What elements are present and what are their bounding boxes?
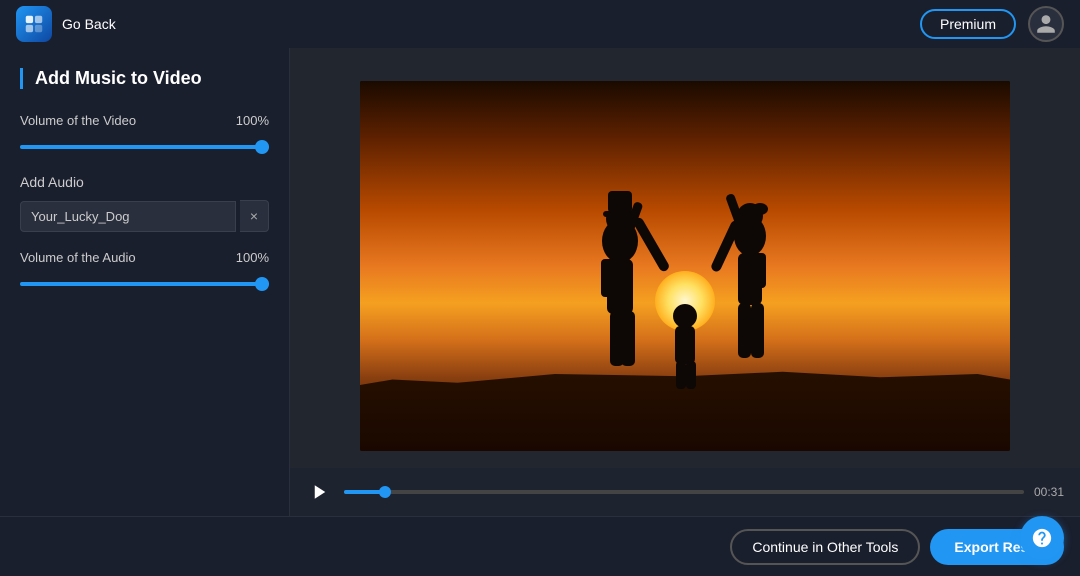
video-controls: 00:31 (290, 468, 1080, 516)
volume-audio-value: 100% (236, 250, 269, 265)
go-back-button[interactable]: Go Back (62, 16, 116, 32)
app-logo (16, 6, 52, 42)
volume-video-value: 100% (236, 113, 269, 128)
time-display: 00:31 (1034, 485, 1064, 499)
figures-svg (525, 141, 845, 391)
user-avatar[interactable] (1028, 6, 1064, 42)
header-right: Premium (920, 6, 1064, 42)
help-button[interactable] (1020, 516, 1064, 560)
sidebar: Add Music to Video Volume of the Video 1… (0, 48, 290, 516)
sidebar-title: Add Music to Video (20, 68, 269, 89)
volume-audio-label: Volume of the Audio (20, 250, 136, 265)
video-scene (360, 81, 1010, 451)
volume-video-section: Volume of the Video 100% (20, 113, 269, 154)
video-area: 00:31 (290, 48, 1080, 516)
audio-input-row: × (20, 200, 269, 232)
add-audio-label: Add Audio (20, 174, 269, 190)
audio-clear-button[interactable]: × (240, 200, 269, 232)
volume-video-label-row: Volume of the Video 100% (20, 113, 269, 128)
volume-audio-slider[interactable] (20, 282, 269, 286)
progress-thumb (379, 486, 391, 498)
header-left: Go Back (16, 6, 116, 42)
volume-video-slider[interactable] (20, 145, 269, 149)
bottom-bar: Continue in Other Tools Export Res... (0, 516, 1080, 576)
progress-bar[interactable] (344, 490, 1024, 494)
continue-other-tools-button[interactable]: Continue in Other Tools (730, 529, 920, 565)
play-button[interactable] (306, 478, 334, 506)
volume-audio-section: Volume of the Audio 100% (20, 250, 269, 291)
premium-button[interactable]: Premium (920, 9, 1016, 39)
main-content: Add Music to Video Volume of the Video 1… (0, 48, 1080, 516)
audio-filename-input[interactable] (20, 201, 236, 232)
header: Go Back Premium (0, 0, 1080, 48)
video-wrapper (290, 48, 1080, 468)
volume-video-label: Volume of the Video (20, 113, 136, 128)
volume-audio-label-row: Volume of the Audio 100% (20, 250, 269, 265)
video-player[interactable] (360, 81, 1010, 451)
